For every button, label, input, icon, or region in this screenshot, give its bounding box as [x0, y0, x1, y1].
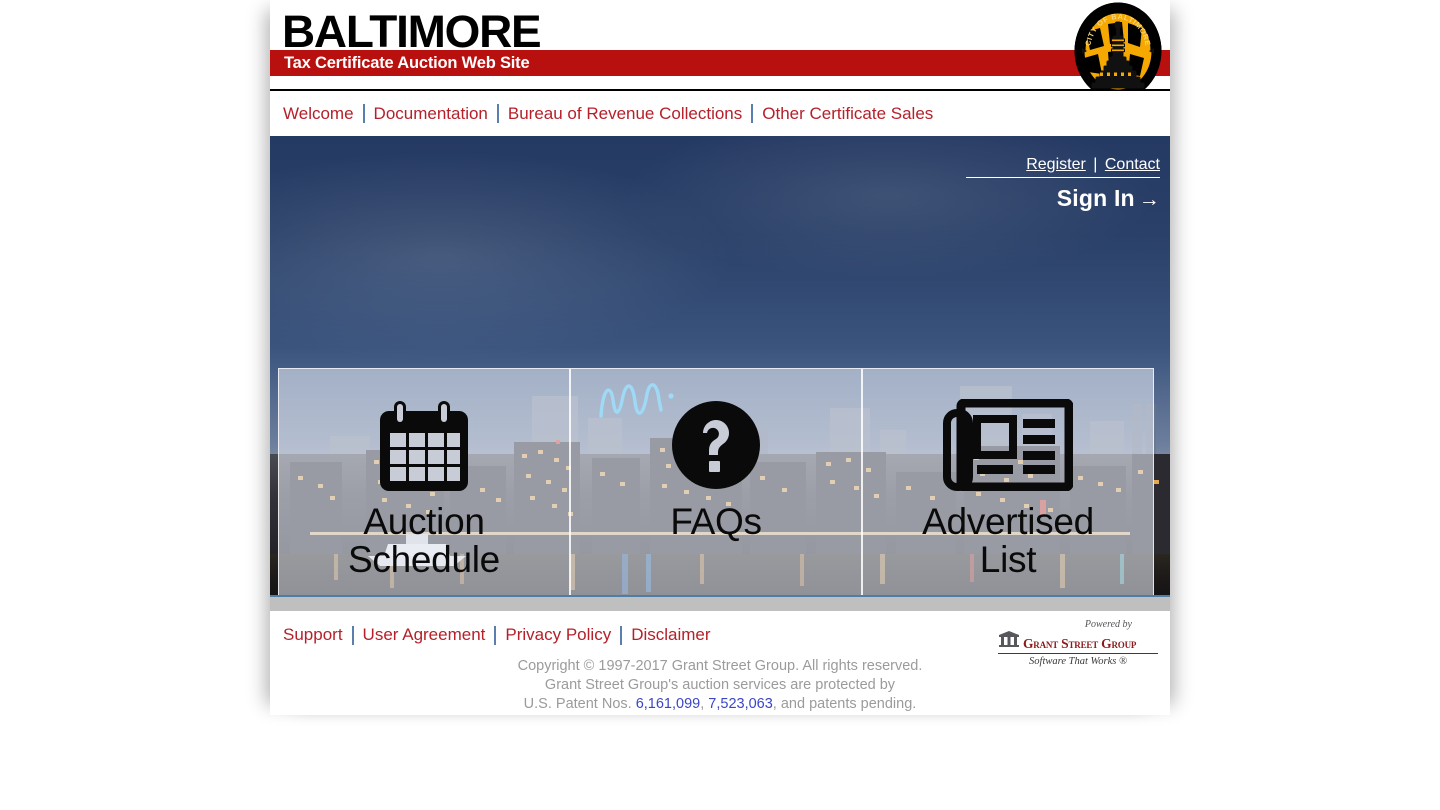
tile-faqs[interactable]: FAQs: [569, 369, 861, 595]
patent-link-2[interactable]: 7,523,063: [708, 696, 773, 712]
grant-street-group-logo[interactable]: Powered by Grant Street Group Software T…: [998, 619, 1158, 667]
footer-link-disclaimer[interactable]: Disclaimer: [622, 625, 719, 645]
company-name: Grant Street Group: [1023, 636, 1137, 651]
newspaper-icon: [943, 393, 1073, 497]
account-links: Register | Contact Sign In →: [966, 156, 1160, 212]
patent-suffix: , and patents pending.: [772, 696, 917, 712]
building-columns-icon: [998, 630, 1020, 652]
masthead: BALTIMORE Tax Certificate Auction Web Si…: [270, 0, 1170, 100]
nav-item-documentation[interactable]: Documentation: [365, 104, 497, 124]
contact-link[interactable]: Contact: [1105, 156, 1160, 173]
tile-label-faqs: FAQs: [670, 501, 762, 542]
tile-advertised-list[interactable]: Advertised List: [861, 369, 1153, 595]
hero-banner: Register | Contact Sign In → Auction Sch…: [270, 136, 1170, 595]
tile-label-line1: Advertised: [922, 501, 1094, 542]
tile-label-line2: List: [979, 539, 1037, 580]
footer-link-user-agreement[interactable]: User Agreement: [354, 625, 495, 645]
tile-label-auction-schedule: Auction Schedule: [348, 503, 500, 579]
calendar-icon: [372, 393, 476, 497]
site-subtitle: Tax Certificate Auction Web Site: [284, 54, 530, 72]
footer-link-support[interactable]: Support: [283, 625, 352, 645]
sign-in-button[interactable]: Sign In →: [966, 185, 1160, 212]
copyright-line-2: Grant Street Group's auction services ar…: [544, 677, 896, 693]
patent-prefix: U.S. Patent Nos.: [523, 696, 636, 712]
logo-main-row: Grant Street Group: [998, 630, 1158, 654]
tile-label-line2: Schedule: [348, 539, 500, 580]
nav-item-other-certificate-sales[interactable]: Other Certificate Sales: [753, 104, 942, 124]
question-mark-circle-icon: [668, 393, 764, 497]
tile-label-advertised-list: Advertised List: [922, 503, 1094, 579]
footer-divider-strip: [270, 595, 1170, 611]
patent-link-1[interactable]: 6,161,099: [636, 696, 701, 712]
logo-tagline: Software That Works ®: [1029, 656, 1127, 667]
page-container: BALTIMORE Tax Certificate Auction Web Si…: [270, 0, 1170, 715]
tile-auction-schedule[interactable]: Auction Schedule: [279, 369, 569, 595]
arrow-right-icon: →: [1138, 188, 1160, 211]
nav-item-bureau-of-revenue-collections[interactable]: Bureau of Revenue Collections: [499, 104, 751, 124]
tile-label-line1: FAQs: [670, 501, 762, 542]
register-link[interactable]: Register: [1026, 156, 1086, 173]
quick-links-tiles: Auction Schedule FAQs Advertised List: [278, 368, 1154, 595]
nav-item-welcome[interactable]: Welcome: [283, 104, 363, 124]
main-navigation: Welcome Documentation Bureau of Revenue …: [270, 91, 1170, 136]
city-seal-icon: CITY OF BALTIMORE: [1074, 2, 1162, 100]
page-title: BALTIMORE: [282, 6, 542, 57]
footer-link-privacy-policy[interactable]: Privacy Policy: [496, 625, 620, 645]
register-contact-row: Register | Contact: [966, 156, 1160, 178]
powered-by-label: Powered by: [1084, 619, 1132, 630]
tile-label-line1: Auction: [363, 501, 485, 542]
sign-in-label: Sign In: [1056, 185, 1135, 211]
patent-line: U.S. Patent Nos. 6,161,099, 7,523,063, a…: [270, 695, 1170, 714]
account-separator: |: [1093, 156, 1098, 173]
footer: Support User Agreement Privacy Policy Di…: [270, 611, 1170, 715]
